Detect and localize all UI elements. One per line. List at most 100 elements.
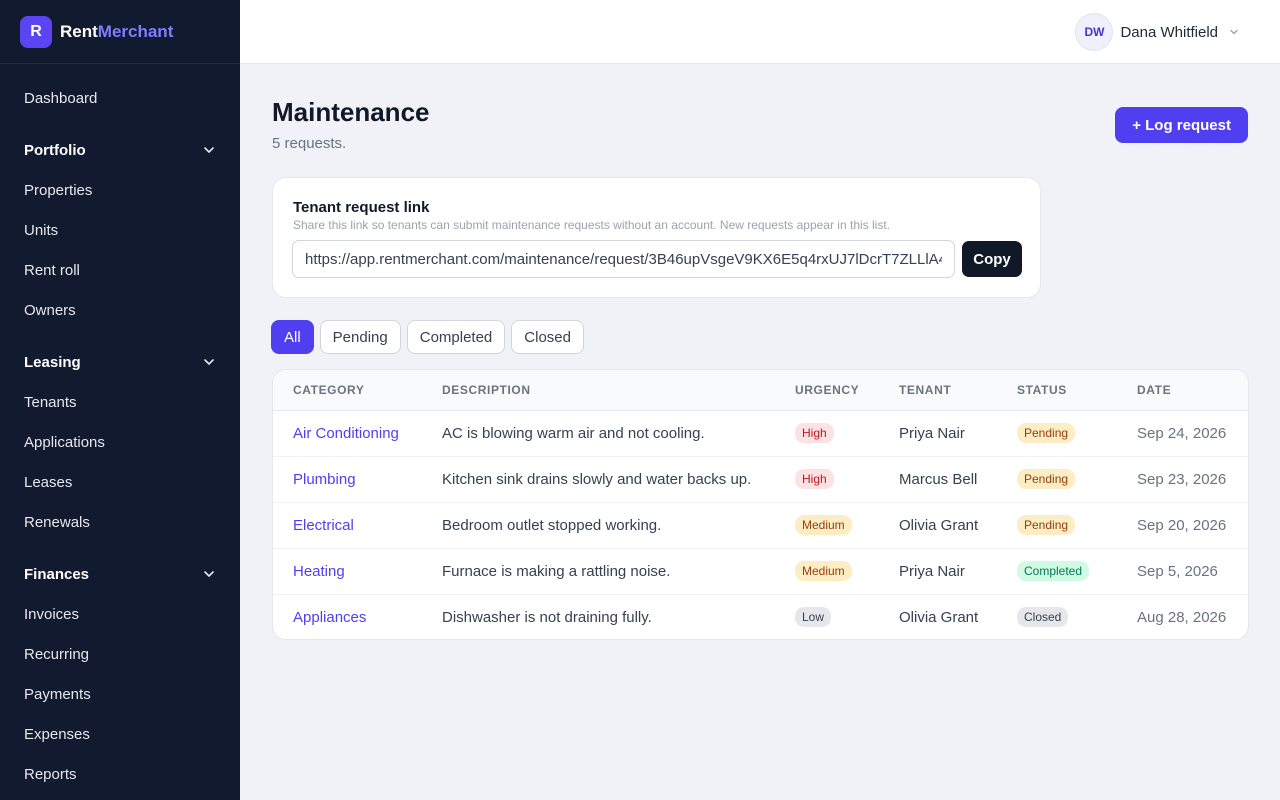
category-link[interactable]: Electrical xyxy=(273,502,442,548)
category-link[interactable]: Appliances xyxy=(273,594,442,639)
urgency-cell: Low xyxy=(795,594,899,639)
tenant-cell: Olivia Grant xyxy=(899,608,979,626)
filter-pending[interactable]: Pending xyxy=(319,320,401,354)
description-cell: AC is blowing warm air and not cooling. xyxy=(442,424,705,442)
sidebar-item-rent-roll[interactable]: Rent roll xyxy=(24,258,216,282)
urgency-cell: Medium xyxy=(795,548,899,594)
sidebar-section-label: Portfolio xyxy=(24,141,86,159)
request-link-title: Tenant request link xyxy=(293,199,430,216)
tenant-cell: Priya Nair xyxy=(899,562,965,580)
requests-table: CATEGORY DESCRIPTION URGENCY TENANT STAT… xyxy=(273,370,1248,639)
urgency-badge: High xyxy=(795,423,834,443)
table-row[interactable]: Electrical Bedroom outlet stopped workin… xyxy=(273,502,1248,548)
avatar: DW xyxy=(1075,13,1114,51)
sidebar-section-leasing[interactable]: Leasing xyxy=(24,350,216,374)
brand-name-part2: Merchant xyxy=(97,21,174,41)
chevron-down-icon xyxy=(202,143,216,157)
status-cell: Completed xyxy=(1017,548,1137,594)
description-cell: Dishwasher is not draining fully. xyxy=(442,608,652,626)
status-cell: Pending xyxy=(1017,502,1137,548)
column-header-tenant[interactable]: TENANT xyxy=(899,370,1017,411)
date-cell: Sep 23, 2026 xyxy=(1137,470,1227,488)
urgency-cell: High xyxy=(795,410,899,456)
chevron-down-icon xyxy=(1230,29,1238,35)
status-cell: Closed xyxy=(1017,594,1137,639)
urgency-badge: High xyxy=(795,469,834,489)
topbar: DW Dana Whitfield xyxy=(240,0,1280,64)
urgency-cell: High xyxy=(795,456,899,502)
sidebar-section-label: Finances xyxy=(24,565,90,583)
date-cell: Sep 20, 2026 xyxy=(1137,516,1227,534)
brand-name: RentMerchant xyxy=(60,22,173,42)
page-title: Maintenance xyxy=(272,97,430,127)
status-badge: Completed xyxy=(1017,561,1090,581)
sidebar-item-renewals[interactable]: Renewals xyxy=(24,510,216,534)
date-cell: Sep 24, 2026 xyxy=(1137,424,1227,442)
sidebar-item-recurring[interactable]: Recurring xyxy=(24,642,216,666)
sidebar: R RentMerchant Dashboard Portfolio Prope… xyxy=(0,0,240,800)
status-cell: Pending xyxy=(1017,410,1137,456)
table-header-row: CATEGORY DESCRIPTION URGENCY TENANT STAT… xyxy=(273,370,1248,411)
column-header-date[interactable]: DATE xyxy=(1137,370,1248,411)
tenant-cell: Marcus Bell xyxy=(899,470,978,488)
column-header-status[interactable]: STATUS xyxy=(1017,370,1137,411)
urgency-badge: Medium xyxy=(795,561,852,581)
tenant-cell: Olivia Grant xyxy=(899,516,979,534)
sidebar-item-payments[interactable]: Payments xyxy=(24,682,216,706)
column-header-urgency[interactable]: URGENCY xyxy=(795,370,899,411)
sidebar-section-portfolio[interactable]: Portfolio xyxy=(24,138,216,162)
sidebar-section-label: Leasing xyxy=(24,353,81,371)
sidebar-item-reports[interactable]: Reports xyxy=(24,762,216,786)
brand-name-part1: Rent xyxy=(60,21,98,41)
filter-all[interactable]: All xyxy=(271,320,314,354)
page-subtitle: 5 requests. xyxy=(272,135,347,152)
urgency-cell: Medium xyxy=(795,502,899,548)
user-name: Dana Whitfield xyxy=(1120,23,1218,41)
sidebar-item-tenants[interactable]: Tenants xyxy=(24,390,216,414)
sidebar-item-units[interactable]: Units xyxy=(24,218,216,242)
status-badge: Pending xyxy=(1017,515,1076,535)
category-link[interactable]: Plumbing xyxy=(273,456,442,502)
request-link-help: Share this link so tenants can submit ma… xyxy=(293,218,890,232)
sidebar-item-expenses[interactable]: Expenses xyxy=(24,722,216,746)
log-request-button[interactable]: + Log request xyxy=(1115,107,1248,143)
category-link[interactable]: Heating xyxy=(273,548,442,594)
tenant-cell: Priya Nair xyxy=(899,424,965,442)
copy-button[interactable]: Copy xyxy=(962,241,1022,277)
column-header-category[interactable]: CATEGORY xyxy=(273,370,442,411)
sidebar-item-leases[interactable]: Leases xyxy=(24,470,216,494)
status-cell: Pending xyxy=(1017,456,1137,502)
description-cell: Bedroom outlet stopped working. xyxy=(442,516,662,534)
column-header-description[interactable]: DESCRIPTION xyxy=(442,370,795,411)
category-link[interactable]: Air Conditioning xyxy=(273,410,442,456)
status-filters: All Pending Completed Closed xyxy=(271,320,590,354)
table-row[interactable]: Heating Furnace is making a rattling noi… xyxy=(273,548,1248,594)
status-badge: Closed xyxy=(1017,607,1069,628)
sidebar-item-dashboard[interactable]: Dashboard xyxy=(24,86,216,110)
table-row[interactable]: Appliances Dishwasher is not draining fu… xyxy=(273,594,1248,639)
sidebar-item-owners[interactable]: Owners xyxy=(24,298,216,322)
date-cell: Aug 28, 2026 xyxy=(1137,608,1227,626)
request-link-input[interactable] xyxy=(292,240,955,278)
sidebar-item-applications[interactable]: Applications xyxy=(24,430,216,454)
table-row[interactable]: Air Conditioning AC is blowing warm air … xyxy=(273,410,1248,456)
sidebar-item-invoices[interactable]: Invoices xyxy=(24,602,216,626)
brand-logo: R xyxy=(20,15,52,48)
description-cell: Furnace is making a rattling noise. xyxy=(442,562,671,580)
filter-closed[interactable]: Closed xyxy=(511,320,584,354)
sidebar-item-properties[interactable]: Properties xyxy=(24,178,216,202)
chevron-down-icon xyxy=(202,567,216,581)
status-badge: Pending xyxy=(1017,423,1076,443)
urgency-badge: Low xyxy=(795,607,832,628)
status-badge: Pending xyxy=(1017,469,1076,489)
date-cell: Sep 5, 2026 xyxy=(1137,562,1218,580)
filter-completed[interactable]: Completed xyxy=(406,320,506,354)
sidebar-section-finances[interactable]: Finances xyxy=(24,562,216,586)
table-row[interactable]: Plumbing Kitchen sink drains slowly and … xyxy=(273,456,1248,502)
requests-table-card: CATEGORY DESCRIPTION URGENCY TENANT STAT… xyxy=(272,369,1249,640)
user-menu[interactable]: DW Dana Whitfield xyxy=(1075,13,1240,51)
brand[interactable]: R RentMerchant xyxy=(0,0,240,64)
chevron-down-icon xyxy=(202,355,216,369)
description-cell: Kitchen sink drains slowly and water bac… xyxy=(442,470,752,488)
request-link-card: Tenant request link Share this link so t… xyxy=(272,177,1041,298)
